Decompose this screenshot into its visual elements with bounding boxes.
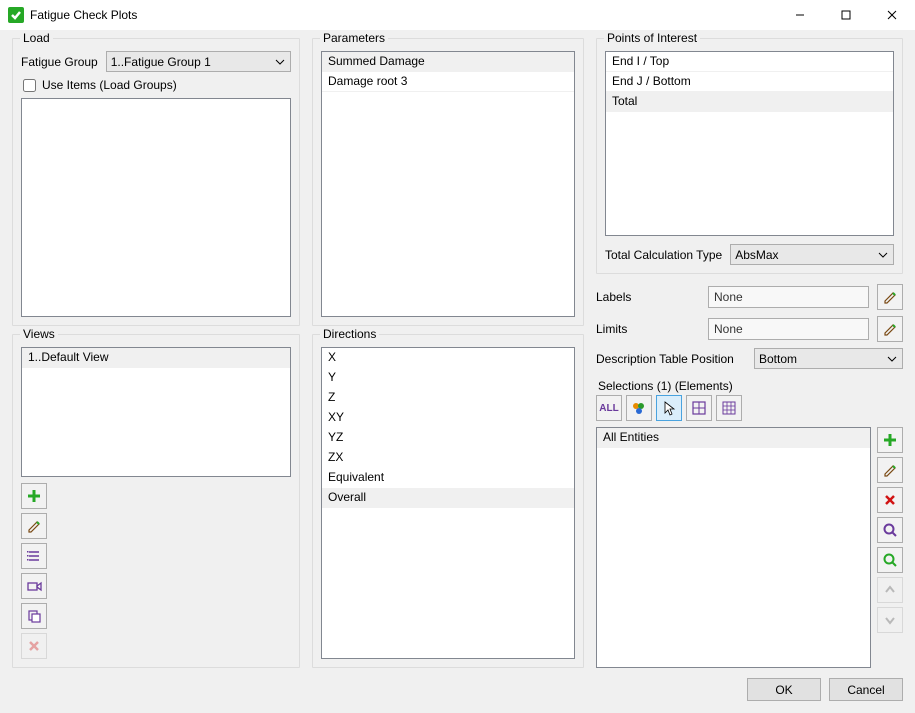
views-add-button[interactable]: [21, 483, 47, 509]
minimize-button[interactable]: [777, 0, 823, 30]
limits-edit-button[interactable]: [877, 316, 903, 342]
directions-list[interactable]: XYZXYYZZXEquivalentOverall: [321, 347, 575, 659]
sel-zoom-green-button[interactable]: [877, 547, 903, 573]
selections-toolbar: ALL: [596, 395, 903, 421]
maximize-button[interactable]: [823, 0, 869, 30]
list-item[interactable]: YZ: [322, 428, 574, 448]
titlebar: Fatigue Check Plots: [0, 0, 915, 30]
selections-body: All Entities: [596, 427, 903, 668]
list-item[interactable]: Damage root 3: [322, 72, 574, 92]
sel-grid-small-button[interactable]: [716, 395, 742, 421]
group-views-legend: Views: [20, 327, 58, 341]
titlebar-controls: [777, 0, 915, 30]
column-right: Points of Interest End I / TopEnd J / Bo…: [596, 38, 903, 668]
limits-field[interactable]: None: [708, 318, 869, 340]
group-load: Load Fatigue Group 1..Fatigue Group 1 Us…: [12, 38, 300, 326]
poi-list[interactable]: End I / TopEnd J / BottomTotal: [605, 51, 894, 236]
fatigue-group-dropdown[interactable]: 1..Fatigue Group 1: [106, 51, 291, 72]
group-directions-legend: Directions: [320, 327, 379, 341]
total-calc-label: Total Calculation Type: [605, 248, 722, 262]
group-directions: Directions XYZXYYZZXEquivalentOverall: [312, 334, 584, 668]
dialog-footer: OK Cancel: [0, 672, 915, 713]
load-items-list[interactable]: [21, 98, 291, 317]
desc-table-dropdown[interactable]: Bottom: [754, 348, 903, 369]
use-items-checkbox[interactable]: Use Items (Load Groups): [23, 78, 291, 92]
total-calc-dropdown[interactable]: AbsMax: [730, 244, 894, 265]
labels-row: Labels None: [596, 284, 903, 310]
group-poi: Points of Interest End I / TopEnd J / Bo…: [596, 38, 903, 274]
fatigue-group-label: Fatigue Group: [21, 55, 98, 69]
limits-label: Limits: [596, 322, 700, 336]
parameters-list[interactable]: Summed DamageDamage root 3: [321, 51, 575, 317]
list-item[interactable]: Summed Damage: [322, 52, 574, 72]
limits-row: Limits None: [596, 316, 903, 342]
app-icon: [8, 7, 24, 23]
group-parameters-legend: Parameters: [320, 31, 388, 45]
list-item[interactable]: End I / Top: [606, 52, 893, 72]
fatigue-group-row: Fatigue Group 1..Fatigue Group 1: [21, 51, 291, 72]
sel-colors-button[interactable]: [626, 395, 652, 421]
list-item[interactable]: 1..Default View: [22, 348, 290, 368]
cancel-button[interactable]: Cancel: [829, 678, 903, 701]
group-poi-legend: Points of Interest: [604, 31, 700, 45]
views-capture-button[interactable]: [21, 573, 47, 599]
ok-button[interactable]: OK: [747, 678, 821, 701]
dialog-fatigue-check-plots: Fatigue Check Plots Load Fatigue Group: [0, 0, 915, 713]
list-item[interactable]: X: [322, 348, 574, 368]
sel-edit-button[interactable]: [877, 457, 903, 483]
sel-zoom-dark-button[interactable]: [877, 517, 903, 543]
list-item[interactable]: Y: [322, 368, 574, 388]
views-list-button[interactable]: [21, 543, 47, 569]
views-list[interactable]: 1..Default View: [21, 347, 291, 477]
views-copy-button[interactable]: [21, 603, 47, 629]
list-item[interactable]: Total: [606, 92, 893, 112]
dialog-content: Load Fatigue Group 1..Fatigue Group 1 Us…: [0, 30, 915, 672]
right-fields: Labels None Limits None Description Tabl…: [596, 284, 903, 369]
list-item[interactable]: XY: [322, 408, 574, 428]
list-item[interactable]: Z: [322, 388, 574, 408]
list-item[interactable]: Overall: [322, 488, 574, 508]
views-edit-button[interactable]: [21, 513, 47, 539]
labels-edit-button[interactable]: [877, 284, 903, 310]
column-left: Load Fatigue Group 1..Fatigue Group 1 Us…: [12, 38, 300, 668]
use-items-label: Use Items (Load Groups): [42, 78, 177, 92]
views-buttons: [21, 483, 291, 659]
views-body: 1..Default View: [21, 347, 291, 659]
sel-move-down-button: [877, 607, 903, 633]
group-selections-legend: Selections (1) (Elements): [596, 379, 903, 393]
list-item[interactable]: End J / Bottom: [606, 72, 893, 92]
desc-table-label: Description Table Position: [596, 352, 746, 366]
sel-delete-button[interactable]: [877, 487, 903, 513]
group-selections: Selections (1) (Elements) ALL: [596, 379, 903, 668]
labels-label: Labels: [596, 290, 700, 304]
sel-all-button[interactable]: ALL: [596, 395, 622, 421]
list-item[interactable]: ZX: [322, 448, 574, 468]
close-button[interactable]: [869, 0, 915, 30]
group-views: Views 1..Default View: [12, 334, 300, 668]
sel-add-button[interactable]: [877, 427, 903, 453]
titlebar-title: Fatigue Check Plots: [30, 8, 137, 22]
selections-side-buttons: [877, 427, 903, 668]
selections-list[interactable]: All Entities: [596, 427, 871, 668]
column-middle: Parameters Summed DamageDamage root 3 Di…: [312, 38, 584, 668]
sel-grid-button[interactable]: [686, 395, 712, 421]
titlebar-left: Fatigue Check Plots: [8, 7, 137, 23]
group-load-legend: Load: [20, 31, 53, 45]
desc-table-row: Description Table Position Bottom: [596, 348, 903, 369]
views-delete-button: [21, 633, 47, 659]
list-item[interactable]: Equivalent: [322, 468, 574, 488]
group-parameters: Parameters Summed DamageDamage root 3: [312, 38, 584, 326]
labels-field[interactable]: None: [708, 286, 869, 308]
use-items-checkbox-input[interactable]: [23, 79, 36, 92]
sel-move-up-button: [877, 577, 903, 603]
total-calc-row: Total Calculation Type AbsMax: [605, 244, 894, 265]
list-item[interactable]: All Entities: [597, 428, 870, 448]
sel-pointer-button[interactable]: [656, 395, 682, 421]
